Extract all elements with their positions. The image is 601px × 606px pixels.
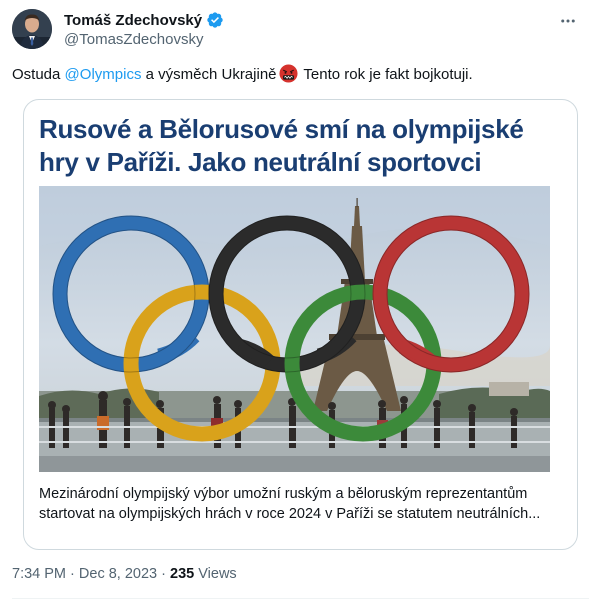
- meta-separator-2: ·: [161, 566, 166, 582]
- card-headline[interactable]: Rusové a Bělorusové smí na olympijské hr…: [39, 113, 569, 179]
- tweet-date[interactable]: Dec 8, 2023: [79, 566, 157, 582]
- divider: [12, 598, 589, 599]
- tweet-text: Ostuda @Olympics a výsměch Ukrajině Tent…: [12, 64, 473, 86]
- tweet: Tomáš Zdechovský @TomasZdechovsky Ostuda…: [0, 0, 601, 606]
- avatar-image: [12, 9, 52, 49]
- card-photo[interactable]: [39, 186, 550, 472]
- meta-separator: ·: [70, 566, 75, 582]
- link-card[interactable]: Rusové a Bělorusové smí na olympijské hr…: [23, 99, 578, 550]
- tweet-meta: 7:34 PM · Dec 8, 2023 · 235 Views: [12, 566, 237, 582]
- author-display-name[interactable]: Tomáš Zdechovský: [64, 12, 202, 29]
- views-count: 235: [170, 566, 195, 582]
- tweet-text-start: Ostuda: [12, 66, 61, 83]
- more-options-button[interactable]: [556, 9, 580, 33]
- verified-badge-icon: [207, 12, 223, 28]
- more-dots-icon: [561, 19, 575, 23]
- mention-link[interactable]: @Olympics: [65, 66, 142, 83]
- tweet-text-middle: a výsměch Ukrajině: [145, 66, 277, 83]
- author-name-row[interactable]: Tomáš Zdechovský: [64, 11, 224, 29]
- author-handle[interactable]: @TomasZdechovsky: [64, 31, 203, 48]
- tweet-text-end: Tento rok je fakt bojkotuji.: [303, 66, 473, 83]
- olympic-rings-eiffel-photo: [39, 186, 550, 472]
- card-description[interactable]: Mezinárodní olympijský výbor umožní rusk…: [39, 484, 559, 524]
- views-label: Views: [198, 566, 237, 582]
- tweet-time[interactable]: 7:34 PM: [12, 566, 66, 582]
- avatar[interactable]: [12, 9, 52, 49]
- angry-symbols-emoji-icon: [278, 64, 298, 83]
